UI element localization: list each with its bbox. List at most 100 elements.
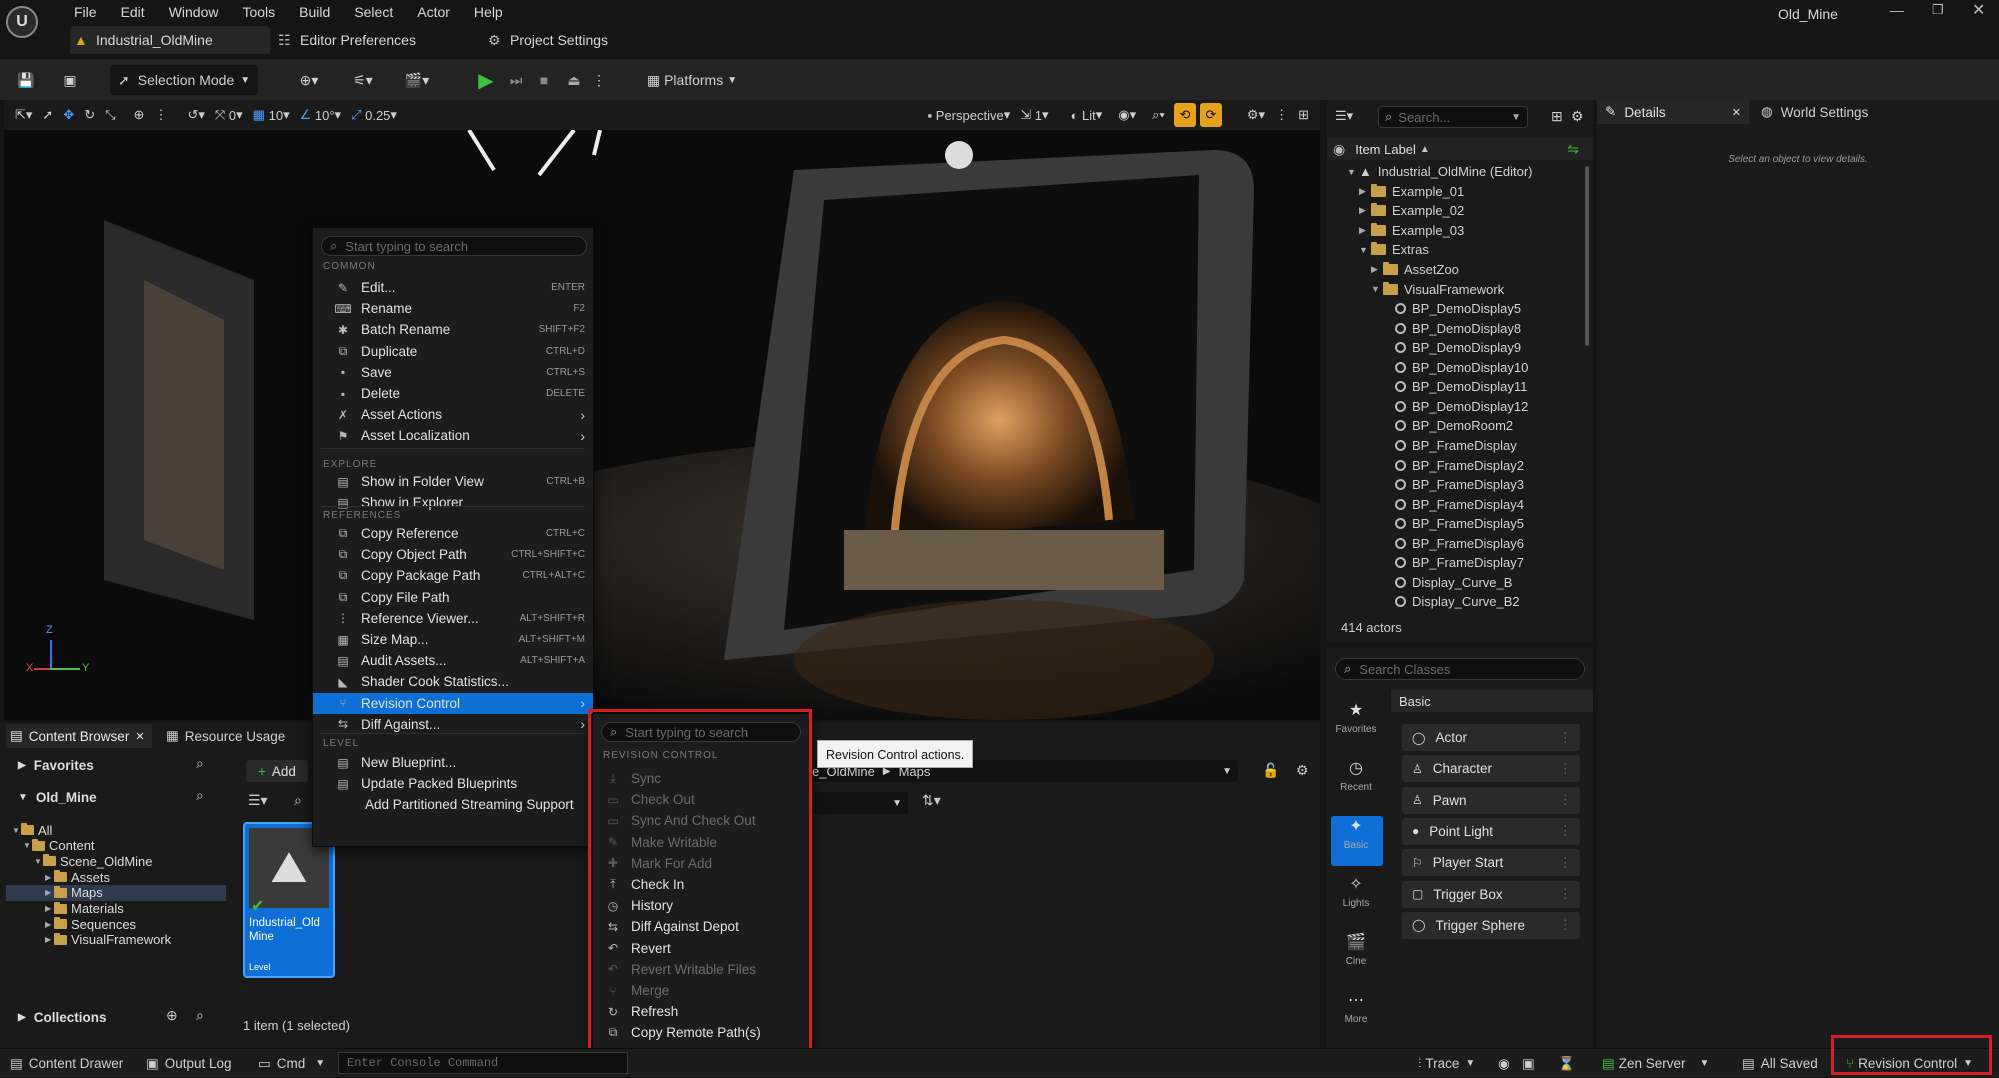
- outliner-row[interactable]: BP_DemoDisplay9: [1327, 338, 1521, 358]
- folder-tree-item[interactable]: ▶ Assets: [6, 869, 226, 885]
- category-favorites[interactable]: ★ Favorites: [1330, 700, 1382, 735]
- outliner-row[interactable]: BP_FrameDisplay2: [1327, 455, 1524, 475]
- folder-tree-item[interactable]: ▶ Materials: [6, 901, 226, 917]
- place-actor-pawn[interactable]: ♙ Pawn ⋮: [1402, 786, 1580, 814]
- chevron-right-icon[interactable]: ▶: [45, 920, 54, 929]
- place-actor-character[interactable]: ♙ Character ⋮: [1402, 755, 1580, 783]
- lit-dropdown[interactable]: ◐ Lit ▾: [1065, 103, 1108, 127]
- camera-speed[interactable]: ⇲ 1 ▾: [1015, 103, 1053, 127]
- close-icon[interactable]: ✕: [135, 730, 144, 743]
- chevron-down-icon[interactable]: ▼: [1347, 167, 1359, 177]
- chevron-right-icon[interactable]: ▶: [1371, 264, 1383, 275]
- restore-icon[interactable]: ❐: [1932, 2, 1944, 18]
- filter-icon[interactable]: ☰▾: [1335, 108, 1353, 124]
- chevron-right-icon[interactable]: ▶: [45, 888, 54, 897]
- select-icon[interactable]: ➚: [37, 103, 58, 127]
- add-folder-icon[interactable]: ⊞: [1551, 108, 1563, 125]
- chevron-right-icon[interactable]: ▶: [1359, 186, 1371, 197]
- chevron-down-icon[interactable]: ▼: [34, 857, 43, 866]
- menu-item-copy-object-path[interactable]: ⧉ Copy Object Path CTRL+SHIFT+C: [313, 544, 593, 565]
- snap-toggle[interactable]: ⤧ 0 ▾: [210, 103, 248, 127]
- menu-item-batch-rename[interactable]: ✱ Batch Rename SHIFT+F2: [313, 319, 593, 340]
- outliner-row[interactable]: ▶ AssetZoo: [1327, 260, 1459, 280]
- all-saved-button[interactable]: ▤ All Saved: [1742, 1049, 1818, 1078]
- output-log-button[interactable]: ▣ Output Log: [146, 1049, 232, 1078]
- folder-tree-item[interactable]: ▼ Content: [6, 838, 226, 854]
- trace-dropdown[interactable]: ⫶ Trace ▼: [1418, 1049, 1475, 1078]
- eye-icon[interactable]: ◉: [1333, 141, 1345, 158]
- kebab-icon[interactable]: ⋮: [149, 103, 172, 127]
- chevron-right-icon[interactable]: ▶: [45, 873, 54, 882]
- category-cine[interactable]: 🎬 Cine: [1330, 932, 1382, 967]
- layout-icon[interactable]: ⊞: [1293, 103, 1314, 127]
- hourglass-icon[interactable]: ⌛: [1558, 1049, 1575, 1078]
- place-actor-trigger-sphere[interactable]: ◯ Trigger Sphere ⋮: [1402, 911, 1580, 939]
- menu-item-asset-actions[interactable]: ✗ Asset Actions ›: [313, 404, 593, 425]
- category-lights[interactable]: ✧ Lights: [1330, 874, 1382, 909]
- menu-item-size-map[interactable]: ▦ Size Map... ALT+SHIFT+M: [313, 629, 593, 650]
- chevron-down-icon[interactable]: ▼: [12, 826, 21, 835]
- filter-icon[interactable]: ☰▾: [248, 792, 268, 809]
- sort-icon[interactable]: ⇅▾: [922, 792, 941, 809]
- category-basic[interactable]: ✦ Basic: [1330, 816, 1382, 851]
- scale-icon[interactable]: ⤡: [100, 103, 120, 127]
- chevron-down-icon[interactable]: ▼: [1371, 284, 1383, 294]
- folder-tree-item[interactable]: ▶ Sequences: [6, 916, 226, 932]
- kebab-icon[interactable]: ⋮: [1270, 103, 1293, 127]
- cinematics-icon[interactable]: 🎬▾: [400, 65, 434, 95]
- outliner-row[interactable]: ▶ Example_03: [1327, 221, 1464, 241]
- rotation-snap[interactable]: ∠ 10° ▾: [295, 103, 346, 127]
- place-actor-player-start[interactable]: ⚐ Player Start ⋮: [1402, 849, 1580, 877]
- menu-edit[interactable]: Edit: [109, 0, 157, 24]
- search-icon[interactable]: ⌕: [196, 1007, 204, 1024]
- tab-details[interactable]: ✎ Details ✕: [1597, 100, 1749, 124]
- folder-tree-item[interactable]: ▶ VisualFramework: [6, 932, 226, 948]
- translate-icon[interactable]: ✥: [58, 103, 79, 127]
- menu-item-add-partitioned-streaming-support[interactable]: Add Partitioned Streaming Support: [313, 794, 593, 815]
- outliner-row[interactable]: ▼ Extras: [1327, 240, 1429, 260]
- tab-world-settings[interactable]: ◍ World Settings: [1757, 100, 1907, 124]
- outliner-row[interactable]: BP_DemoRoom2: [1327, 416, 1513, 436]
- chevron-right-icon[interactable]: ▶: [45, 904, 54, 913]
- menu-item-rename[interactable]: ⌨ Rename F2: [313, 298, 593, 319]
- world-icon[interactable]: ⊕: [129, 103, 150, 127]
- selection-mode-dropdown[interactable]: ➚ Selection Mode ▼: [110, 65, 258, 95]
- cmd-dropdown[interactable]: ▭ Cmd ▼: [258, 1049, 325, 1078]
- place-actor-point-light[interactable]: ● Point Light ⋮: [1402, 817, 1580, 845]
- place-actor-actor[interactable]: ◯ Actor ⋮: [1402, 724, 1580, 751]
- blueprint-icon[interactable]: ⚟▾: [346, 65, 380, 95]
- menu-item-copy-file-path[interactable]: ⧉ Copy File Path: [313, 587, 593, 608]
- menu-item-asset-localization[interactable]: ⚑ Asset Localization ›: [313, 425, 593, 446]
- outliner-row[interactable]: Display_Curve_B2: [1327, 592, 1520, 612]
- search-icon[interactable]: ⌕: [294, 792, 302, 809]
- save-icon[interactable]: 💾: [12, 65, 40, 95]
- folder-tree-item[interactable]: ▶ Maps: [6, 884, 226, 901]
- performance-dropdown[interactable]: ⌕▾: [1147, 103, 1170, 127]
- surface-snap-icon[interactable]: ↺▾: [182, 103, 209, 127]
- menu-item-duplicate[interactable]: ⧉ Duplicate CTRL+D: [313, 341, 593, 362]
- menu-item-show-in-folder-view[interactable]: ▤ Show in Folder View CTRL+B: [313, 471, 593, 492]
- outliner-row[interactable]: BP_DemoDisplay5: [1327, 299, 1521, 319]
- add-actor-icon[interactable]: ⊕▾: [292, 65, 326, 95]
- drag-handle-icon[interactable]: ⋮: [1559, 823, 1573, 839]
- place-actor-trigger-box[interactable]: ▢ Trigger Box ⋮: [1402, 880, 1580, 908]
- realtime-toggle-icon[interactable]: ⟲: [1173, 103, 1196, 127]
- transform-dropdown[interactable]: ⇱▾: [10, 103, 37, 127]
- zen-server-dropdown[interactable]: ▤ Zen Server ▼: [1602, 1049, 1709, 1078]
- add-button[interactable]: + Add: [246, 760, 308, 782]
- outliner-row[interactable]: BP_FrameDisplay7: [1327, 553, 1524, 573]
- search-options-dropdown[interactable]: ▼: [808, 792, 908, 814]
- menu-item-save[interactable]: ▪ Save CTRL+S: [313, 362, 593, 383]
- chevron-right-icon[interactable]: ▶: [1359, 205, 1371, 216]
- outliner-row[interactable]: BP_FrameDisplay3: [1327, 475, 1524, 495]
- chevron-down-icon[interactable]: ▼: [1359, 245, 1371, 255]
- add-collection-icon[interactable]: ⊕: [166, 1007, 178, 1024]
- grid-snap[interactable]: ▦ 10 ▾: [248, 103, 295, 127]
- menu-item-delete[interactable]: ▪ Delete DELETE: [313, 383, 593, 404]
- close-icon[interactable]: ✕: [1732, 106, 1741, 119]
- folder-tree-item[interactable]: ▼ All: [6, 822, 226, 838]
- outliner-row[interactable]: Display_Curve_B: [1327, 573, 1512, 593]
- level-viewport[interactable]: ⇱▾ ➚ ✥ ↻ ⤡ ⊕ ⋮ ↺▾ ⤧ 0 ▾ ▦ 10 ▾ ∠ 10° ▾ ⤢ 0.…: [4, 100, 1320, 720]
- menu-tools[interactable]: Tools: [230, 0, 287, 24]
- outliner-row[interactable]: BP_DemoDisplay10: [1327, 358, 1528, 378]
